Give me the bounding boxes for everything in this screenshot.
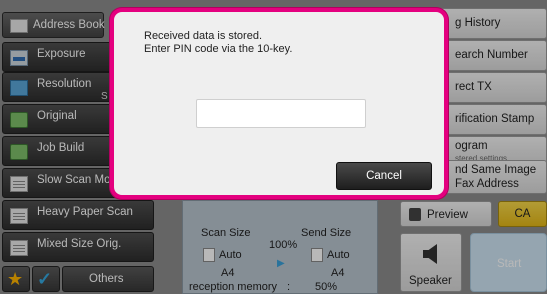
dialog-message-line2: Enter PIN code via the 10-key.: [144, 43, 293, 55]
pin-input[interactable]: [196, 99, 366, 128]
cancel-button[interactable]: Cancel: [336, 162, 432, 190]
cancel-label: Cancel: [366, 170, 402, 182]
dialog-message-line1: Received data is stored.: [144, 30, 263, 42]
pin-dialog: Received data is stored. Enter PIN code …: [110, 8, 448, 199]
